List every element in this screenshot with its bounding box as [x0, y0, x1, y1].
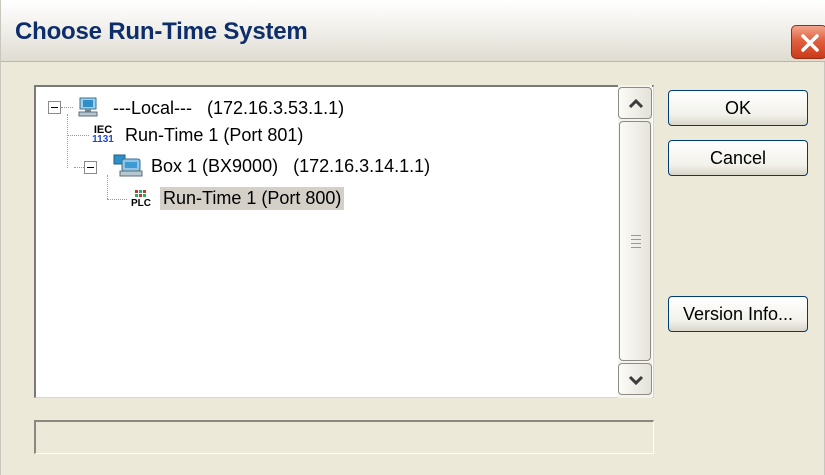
- tree-node-label: Box 1 (BX9000) (172.16.3.14.1.1): [151, 155, 431, 176]
- runtime-tree[interactable]: ---Local--- (172.16.3.53.1.1) IEC 1131 R…: [34, 85, 654, 398]
- scroll-up-button[interactable]: [618, 87, 652, 119]
- tree-scrollbar[interactable]: [618, 85, 652, 398]
- tree-node-label: Run-Time 1 (Port 800): [160, 186, 345, 210]
- network-box-icon: [113, 154, 143, 177]
- expand-toggle-box1[interactable]: [84, 161, 97, 174]
- tree-node-runtime-801[interactable]: IEC 1131 Run-Time 1 (Port 801): [90, 122, 306, 148]
- tree-node-runtime-800[interactable]: PLC Run-Time 1 (Port 800): [126, 185, 345, 211]
- iec-1131-icon: IEC 1131: [90, 125, 116, 145]
- tree-node-label: Run-Time 1 (Port 801): [125, 124, 304, 145]
- close-icon: [801, 34, 819, 52]
- plc-icon-text: PLC: [131, 197, 151, 209]
- expand-toggle-local[interactable]: [48, 101, 61, 114]
- chevron-up-icon: [628, 98, 644, 109]
- tree-node-local[interactable]: ---Local--- (172.16.3.53.1.1): [76, 95, 347, 121]
- iec-icon-number: 1131: [92, 134, 114, 145]
- ok-button[interactable]: OK: [668, 90, 808, 126]
- title-bar[interactable]: Choose Run-Time System: [1, 0, 825, 62]
- dialog-window: Choose Run-Time System ---Local--- (172.…: [0, 0, 825, 475]
- version-info-button[interactable]: Version Info...: [668, 296, 808, 332]
- close-button[interactable]: [791, 25, 825, 59]
- scroll-thumb[interactable]: [619, 121, 651, 361]
- dialog-title: Choose Run-Time System: [15, 18, 308, 45]
- chevron-down-icon: [628, 375, 644, 386]
- network-pc-icon: [78, 97, 98, 117]
- tree-node-label: ---Local--- (172.16.3.53.1.1): [113, 97, 345, 118]
- plc-icon: PLC: [126, 189, 156, 208]
- cancel-button[interactable]: Cancel: [668, 140, 808, 176]
- scroll-down-button[interactable]: [618, 363, 652, 395]
- tree-node-box1[interactable]: Box 1 (BX9000) (172.16.3.14.1.1): [112, 153, 433, 179]
- status-field: [34, 420, 654, 454]
